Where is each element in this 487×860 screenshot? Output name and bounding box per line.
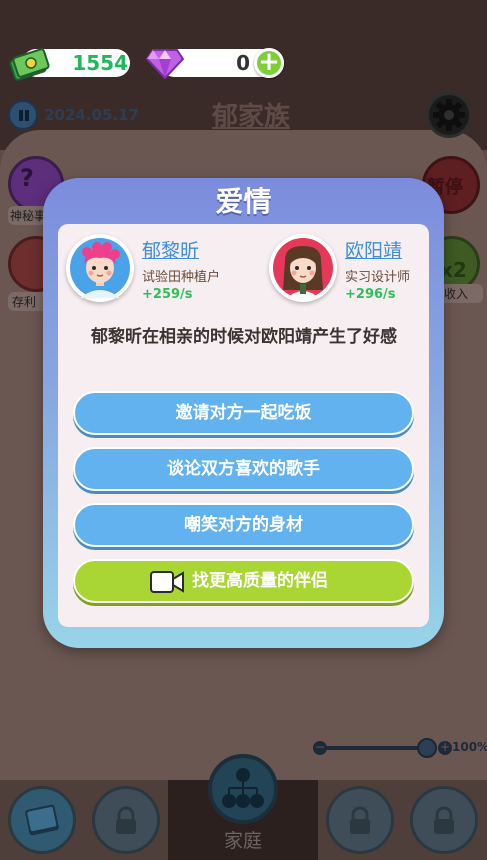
left-person-income-rate: +259/s [142, 287, 193, 302]
right-person-job: 实习设计师 [345, 270, 411, 285]
dialog-title: 爱情 [215, 185, 272, 218]
video-camera-icon [150, 571, 184, 593]
left-person-name[interactable]: 郁黎昕 [142, 236, 199, 263]
avatar-right [269, 234, 337, 302]
right-person-income-rate: +296/s [345, 287, 396, 302]
video-choice-label: 找更高质量的伴侣 [192, 571, 328, 591]
choice-mock-body-button[interactable]: 嘲笑对方的身材 [73, 503, 414, 547]
left-person-job: 试验田种植户 [142, 270, 221, 285]
event-description: 郁黎昕在相亲的时候对欧阳靖产生了好感 [91, 327, 397, 347]
watch-video-better-partner-button[interactable]: 找更高质量的伴侣 [73, 559, 414, 603]
boy-avatar-icon [70, 238, 130, 298]
choice-talk-singers-button[interactable]: 谈论双方喜欢的歌手 [73, 447, 414, 491]
right-person-name[interactable]: 欧阳靖 [345, 236, 402, 263]
avatar-left [66, 234, 134, 302]
choice-invite-dinner-button[interactable]: 邀请对方一起吃饭 [73, 391, 414, 435]
girl-avatar-icon [273, 238, 333, 298]
